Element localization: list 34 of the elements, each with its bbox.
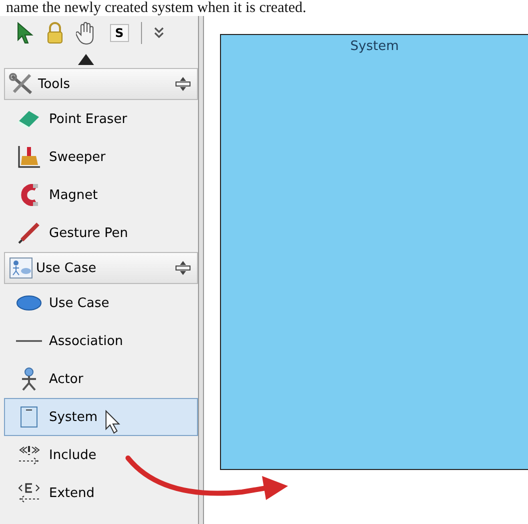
resize-icon[interactable]: [175, 76, 191, 92]
system-icon: [20, 406, 38, 428]
lock-icon[interactable]: [46, 22, 64, 44]
include-relation-icon: [17, 444, 41, 466]
tools-icon: [9, 73, 35, 95]
diagram-icon: [9, 257, 33, 279]
palette-item[interactable]: Actor: [4, 360, 198, 398]
palette-item[interactable]: Point Eraser: [4, 100, 198, 138]
system-boundary[interactable]: System: [220, 34, 528, 470]
extend-relation-icon: [17, 482, 41, 504]
intro-text: name the newly created system when it is created.: [5, 0, 308, 16]
collapse-triangle-icon[interactable]: [78, 54, 94, 64]
pen-icon: [18, 222, 40, 244]
palette-item[interactable]: Magnet: [4, 176, 198, 214]
palette-item[interactable]: System: [4, 398, 198, 436]
resize-icon[interactable]: [175, 260, 191, 276]
double-chevron-icon[interactable]: [154, 27, 164, 39]
palette-item[interactable]: Gesture Pen: [4, 214, 198, 252]
palette-item[interactable]: Use Case: [4, 284, 198, 322]
eraser-icon: [17, 109, 41, 129]
magnet-icon: [18, 184, 40, 206]
group-header[interactable]: Use Case: [4, 252, 198, 284]
sweeper-icon: [17, 145, 41, 169]
stamp-button[interactable]: S: [110, 24, 129, 42]
palette-item[interactable]: Sweeper: [4, 138, 198, 176]
line-icon: [16, 339, 42, 343]
ellipse-icon: [16, 295, 42, 311]
group-header[interactable]: Tools: [4, 68, 198, 100]
system-label: System: [350, 39, 399, 56]
palette-item[interactable]: Association: [4, 322, 198, 360]
pointer-icon[interactable]: [16, 22, 34, 44]
actor-icon: [20, 367, 38, 391]
palette-item[interactable]: Include: [4, 436, 198, 474]
palette-item[interactable]: Extend: [4, 474, 198, 512]
